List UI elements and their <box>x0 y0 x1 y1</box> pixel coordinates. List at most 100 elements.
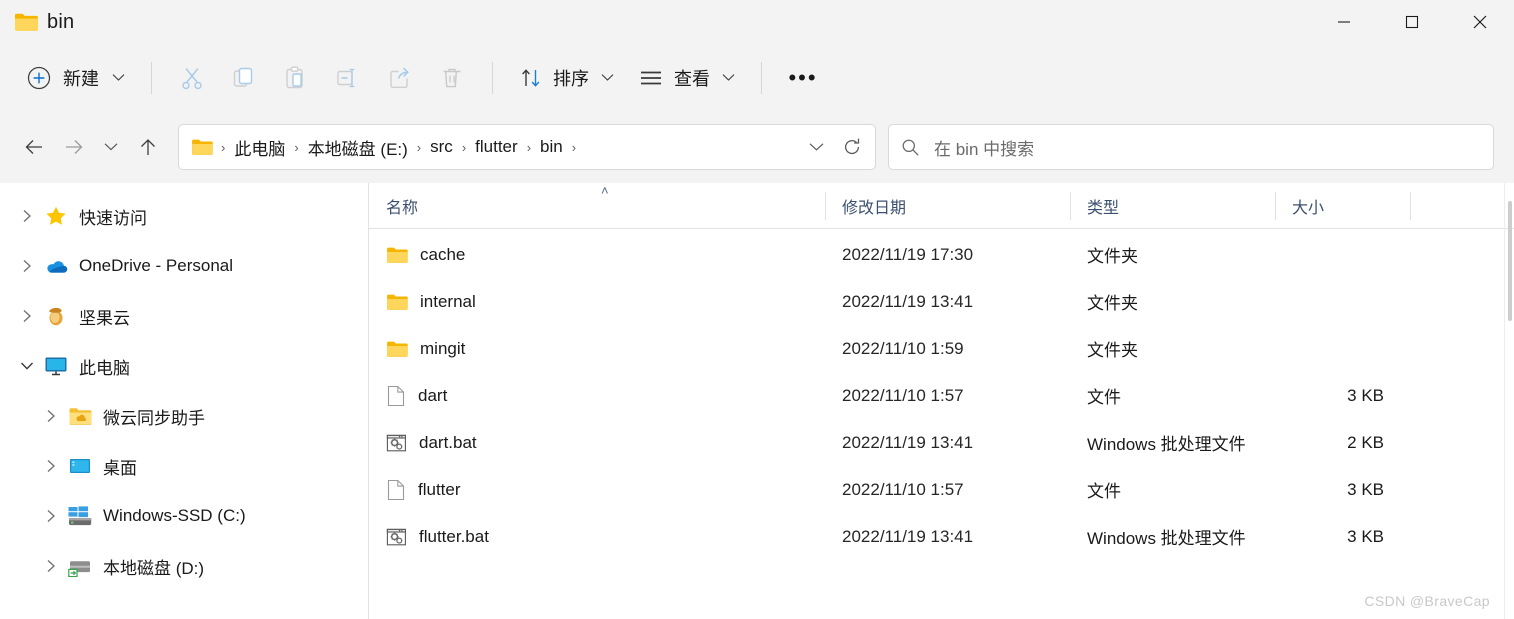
refresh-button[interactable] <box>835 129 869 165</box>
breadcrumb: › 此电脑 › 本地磁盘 (E:) › src › flutter › bin … <box>217 131 799 164</box>
column-header-label: 修改日期 <box>842 199 907 217</box>
sort-button[interactable]: 排序 <box>507 56 626 100</box>
file-name: cache <box>420 244 466 264</box>
cell-type: 文件夹 <box>1087 247 1138 266</box>
chevron-right-icon[interactable] <box>14 259 40 273</box>
table-row[interactable]: flutter.bat 2022/11/19 13:41 Windows 批处理… <box>369 513 1514 560</box>
back-button[interactable] <box>14 127 54 167</box>
table-row[interactable]: mingit 2022/11/10 1:59 文件夹 <box>369 325 1514 372</box>
sidebar-item-quick-access[interactable]: 快速访问 <box>6 191 362 241</box>
search-icon <box>901 138 920 157</box>
recent-locations-button[interactable] <box>94 127 128 167</box>
search-input[interactable]: 在 bin 中搜索 <box>888 124 1494 170</box>
sidebar-item-this-pc[interactable]: 此电脑 <box>6 341 362 391</box>
title-bar-left: bin <box>0 11 74 34</box>
cell-date-modified: 2022/11/19 13:41 <box>842 291 974 311</box>
address-bar-row: › 此电脑 › 本地磁盘 (E:) › src › flutter › bin … <box>0 111 1514 183</box>
cell-date-modified: 2022/11/10 1:59 <box>842 338 964 358</box>
copy-button[interactable] <box>218 56 270 100</box>
forward-button[interactable] <box>54 127 94 167</box>
up-button[interactable] <box>128 127 168 167</box>
address-dropdown-button[interactable] <box>799 129 833 165</box>
table-row[interactable]: cache 2022/11/19 17:30 文件夹 <box>369 231 1514 278</box>
file-name: dart <box>418 385 448 405</box>
breadcrumb-separator: › <box>416 139 422 155</box>
onedrive-cloud-icon <box>40 257 72 275</box>
desktop-icon <box>64 456 96 476</box>
trash-icon <box>439 65 465 91</box>
chevron-right-icon[interactable] <box>38 559 64 573</box>
delete-button[interactable] <box>426 56 478 100</box>
new-button-label: 新建 <box>63 68 99 89</box>
cell-size: 3 KB <box>1275 480 1410 500</box>
maximize-button[interactable] <box>1378 0 1446 44</box>
chevron-down-icon[interactable] <box>14 361 40 371</box>
cell-date-modified: 2022/11/19 13:41 <box>842 432 974 452</box>
table-row[interactable]: dart 2022/11/10 1:57 文件 3 KB <box>369 372 1514 419</box>
sidebar-item-local-disk-d[interactable]: 本地磁盘 (D:) <box>6 541 362 591</box>
this-pc-monitor-icon <box>40 355 72 377</box>
column-header-name[interactable]: 名称 ˄ <box>369 183 825 229</box>
chevron-down-icon <box>112 73 125 82</box>
file-icon <box>386 479 406 501</box>
new-button[interactable]: 新建 <box>20 58 137 98</box>
sidebar-item-label: 本地磁盘 (D:) <box>103 558 205 578</box>
rename-button[interactable] <box>322 56 374 100</box>
table-row[interactable]: flutter 2022/11/10 1:57 文件 3 KB <box>369 466 1514 513</box>
vertical-scrollbar[interactable] <box>1504 183 1514 619</box>
breadcrumb-item-4[interactable]: bin <box>535 133 568 161</box>
size-value: 2 KB <box>1347 432 1384 452</box>
sidebar-item-onedrive[interactable]: OneDrive - Personal <box>6 241 362 291</box>
view-button-label: 查看 <box>674 68 710 89</box>
breadcrumb-item-3[interactable]: flutter <box>470 133 523 161</box>
file-name: mingit <box>420 338 466 358</box>
breadcrumb-item-1[interactable]: 本地磁盘 (E:) <box>303 131 413 164</box>
command-toolbar: 新建 排序 查看 ••• <box>0 44 1514 111</box>
column-header-type[interactable]: 类型 <box>1070 183 1275 229</box>
copy-icon <box>231 65 257 91</box>
column-header-size[interactable]: 大小 <box>1275 183 1410 229</box>
star-icon <box>40 205 72 227</box>
breadcrumb-item-0[interactable]: 此电脑 <box>229 131 290 164</box>
breadcrumb-separator: › <box>571 139 577 155</box>
file-name: flutter.bat <box>419 526 489 546</box>
chevron-right-icon[interactable] <box>38 409 64 423</box>
sidebar-item-label: 微云同步助手 <box>103 408 205 428</box>
navigation-pane: 快速访问 OneDrive - Personal 坚果云 此电脑 微云同步助手 … <box>0 183 369 619</box>
minimize-button[interactable] <box>1310 0 1378 44</box>
sidebar-item-nutstore[interactable]: 坚果云 <box>6 291 362 341</box>
view-button[interactable]: 查看 <box>626 56 747 100</box>
weiyun-folder-icon <box>64 406 96 426</box>
sidebar-item-label: 此电脑 <box>79 358 130 378</box>
breadcrumb-item-2[interactable]: src <box>425 133 458 161</box>
address-bar[interactable]: › 此电脑 › 本地磁盘 (E:) › src › flutter › bin … <box>178 124 876 170</box>
cell-type: Windows 批处理文件 <box>1087 435 1246 454</box>
chevron-right-icon[interactable] <box>14 209 40 223</box>
folder-icon <box>386 246 408 264</box>
column-headers: 名称 ˄ 修改日期 类型 大小 <box>369 183 1514 229</box>
cut-button[interactable] <box>166 56 218 100</box>
more-options-button[interactable]: ••• <box>776 56 830 100</box>
cell-name: dart <box>369 385 825 407</box>
cell-date-modified: 2022/11/19 17:30 <box>842 244 974 264</box>
close-button[interactable] <box>1446 0 1514 44</box>
paste-icon <box>283 65 309 91</box>
chevron-right-icon[interactable] <box>38 509 64 523</box>
breadcrumb-separator: › <box>461 139 467 155</box>
file-rows: cache 2022/11/19 17:30 文件夹 internal 2022… <box>369 229 1514 619</box>
cell-date-modified: 2022/11/10 1:57 <box>842 479 964 499</box>
sidebar-item-weiyun[interactable]: 微云同步助手 <box>6 391 362 441</box>
column-header-date-modified[interactable]: 修改日期 <box>825 183 1070 229</box>
chevron-right-icon[interactable] <box>14 309 40 323</box>
share-button[interactable] <box>374 56 426 100</box>
cell-size: 3 KB <box>1275 386 1410 406</box>
chevron-right-icon[interactable] <box>38 459 64 473</box>
paste-button[interactable] <box>270 56 322 100</box>
sidebar-item-windows-ssd-c[interactable]: Windows-SSD (C:) <box>6 491 362 541</box>
sidebar-item-desktop[interactable]: 桌面 <box>6 441 362 491</box>
table-row[interactable]: internal 2022/11/19 13:41 文件夹 <box>369 278 1514 325</box>
scrollbar-thumb[interactable] <box>1508 201 1512 321</box>
cell-type: 文件 <box>1087 482 1121 501</box>
bat-file-icon <box>386 433 407 453</box>
table-row[interactable]: dart.bat 2022/11/19 13:41 Windows 批处理文件 … <box>369 419 1514 466</box>
